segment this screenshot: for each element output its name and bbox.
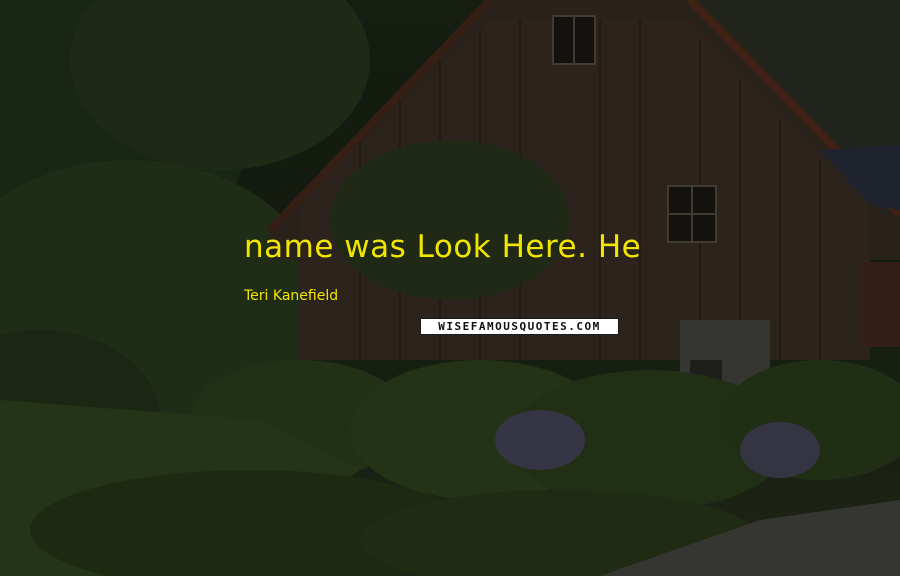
watermark-text: WISEFAMOUSQUOTES.COM (438, 320, 601, 333)
quote-image: name was Look Here. He Teri Kanefield WI… (0, 0, 900, 576)
quote-text: name was Look Here. He (244, 229, 642, 265)
author-name: Teri Kanefield (244, 288, 339, 304)
dark-overlay (0, 0, 900, 576)
watermark-logo: WISEFAMOUSQUOTES.COM (420, 318, 619, 335)
